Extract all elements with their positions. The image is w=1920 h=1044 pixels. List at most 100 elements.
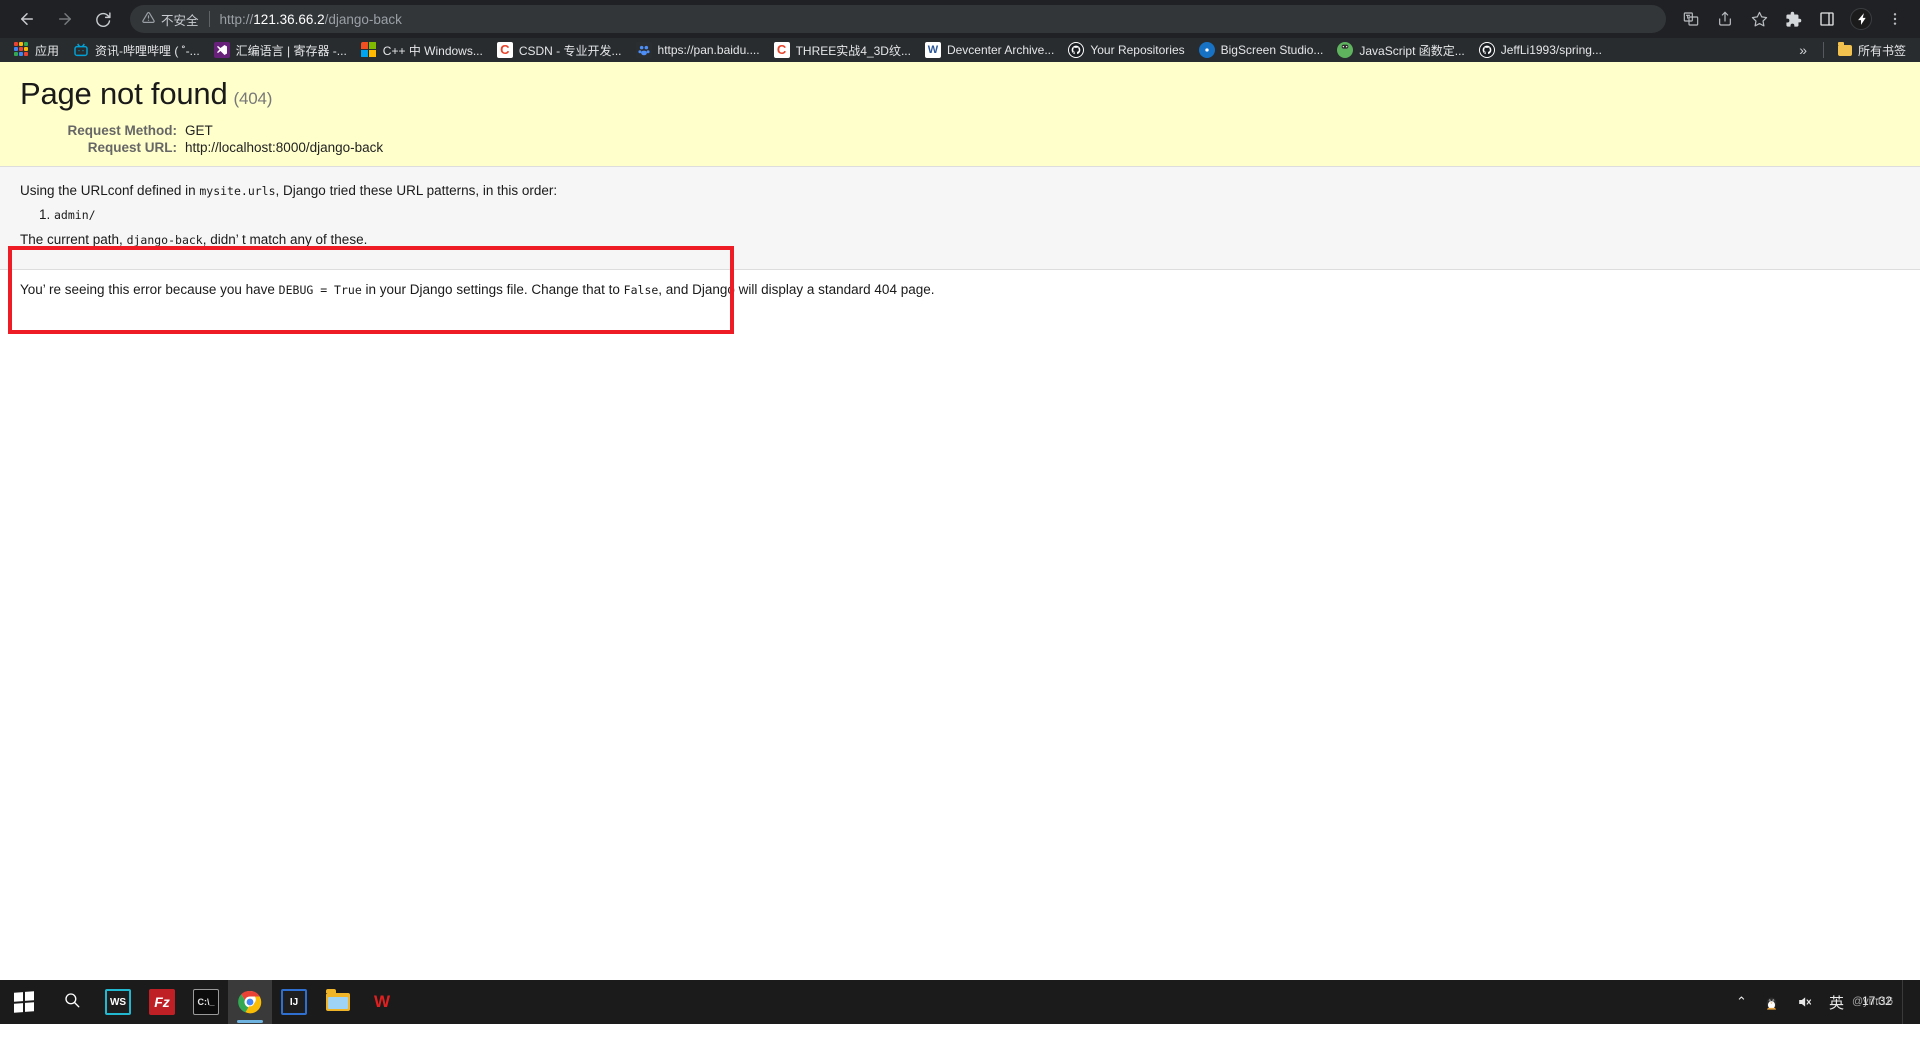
request-url-label: Request URL:	[87, 140, 177, 155]
omnibox-divider	[208, 11, 210, 27]
bookmark-devcenter-archive[interactable]: W Devcenter Archive...	[918, 39, 1061, 61]
bookmark-csdn[interactable]: C CSDN - 专业开发...	[490, 39, 629, 61]
tray-expand-chevron-icon[interactable]: ⌃	[1728, 980, 1755, 1024]
windows-taskbar: WS Fz C:\_ IJ W ⌃ 英 17:32 @ymt16	[0, 980, 1920, 1024]
filezilla-glyph: Fz	[154, 994, 170, 1010]
bookmark-label: JeffLi1993/spring...	[1500, 43, 1602, 57]
bookmark-label: CSDN - 专业开发...	[518, 43, 622, 58]
microsoft-icon	[361, 42, 377, 58]
share-icon[interactable]	[1710, 4, 1740, 34]
github-icon	[1478, 42, 1495, 58]
bookmark-label: C++ 中 Windows...	[382, 43, 483, 58]
webstorm-glyph: WS	[109, 996, 127, 1008]
bookmark-cpp-windows[interactable]: C++ 中 Windows...	[354, 39, 490, 61]
bigscreen-icon	[1198, 42, 1215, 58]
extensions-puzzle-icon[interactable]	[1778, 4, 1808, 34]
taskbar-app-wps-office[interactable]: W	[360, 980, 404, 1024]
bookmark-your-repositories[interactable]: Your Repositories	[1061, 39, 1191, 61]
current-path-after: , didn’ t match any of these.	[202, 232, 368, 248]
request-method-value: GET	[185, 123, 213, 138]
reload-button[interactable]	[87, 3, 119, 35]
all-bookmarks-button[interactable]: 所有书签	[1830, 41, 1914, 59]
urlconf-info-section: Using the URLconf defined in mysite.urls…	[0, 167, 1920, 270]
back-button[interactable]	[11, 3, 43, 35]
taskbar-app-google-chrome[interactable]	[228, 980, 272, 1024]
side-panel-icon[interactable]	[1812, 4, 1842, 34]
taskbar-search-button[interactable]	[48, 980, 96, 1024]
taskbar-app-command-prompt[interactable]: C:\_	[184, 980, 228, 1024]
page-title-text: Page not found	[20, 76, 228, 111]
url-scheme: http://	[219, 11, 254, 27]
tray-clock[interactable]: 17:32 @ymt16	[1852, 994, 1902, 1009]
baidu-pan-icon	[635, 42, 652, 58]
bookmark-bilibili[interactable]: 资讯-哔哩哔哩 ( ˚-...	[66, 39, 207, 61]
apps-grid-icon	[13, 42, 29, 58]
debug-explanation: You’ re seeing this error because you ha…	[0, 270, 1920, 300]
bookmark-apps[interactable]: 应用	[6, 39, 66, 61]
url-pattern-list: admin/	[54, 207, 1900, 222]
visualstudio-icon	[213, 42, 230, 58]
wps-glyph: W	[373, 992, 391, 1011]
current-path-message: The current path, django-back, didn’ t m…	[20, 230, 1900, 250]
false-value-code: False	[623, 282, 659, 297]
chrome-menu-icon[interactable]	[1880, 4, 1910, 34]
request-method-label: Request Method:	[67, 123, 178, 138]
start-button[interactable]	[0, 980, 48, 1024]
filezilla-icon: Fz	[149, 989, 175, 1015]
security-status[interactable]: 不安全	[142, 10, 199, 29]
folder-icon	[1837, 41, 1852, 56]
bookmark-javascript-function[interactable]: JavaScript 函数定...	[1330, 39, 1471, 61]
bookmark-label: 资讯-哔哩哔哩 ( ˚-...	[95, 43, 200, 58]
current-path-before: The current path,	[20, 232, 127, 248]
browser-chrome: 不安全 http://121.36.66.2/django-back 应用 资讯…	[0, 0, 1920, 62]
url-text[interactable]: http://121.36.66.2/django-back	[220, 12, 402, 27]
url-pattern-value: admin/	[54, 208, 96, 223]
bookmark-label: BigScreen Studio...	[1220, 43, 1324, 57]
windows-logo-icon	[14, 991, 34, 1013]
show-desktop-button[interactable]	[1902, 980, 1910, 1024]
profile-avatar[interactable]	[1850, 8, 1872, 30]
bookmark-assembly-language[interactable]: 汇编语言 | 寄存器 -...	[207, 39, 354, 61]
table-row: Request Method: GET	[20, 122, 383, 139]
csdn-icon: C	[496, 42, 513, 58]
wps-office-icon: W	[369, 989, 395, 1015]
status-code: (404)	[233, 89, 273, 108]
not-secure-label: 不安全	[161, 13, 199, 28]
browser-toolbar: 不安全 http://121.36.66.2/django-back	[0, 0, 1920, 38]
explanation-part2: in your Django settings file. Change tha…	[361, 281, 624, 297]
bookmarks-overflow-chevron-icon[interactable]: »	[1789, 42, 1817, 58]
github-icon	[1068, 42, 1085, 58]
taskbar-app-webstorm[interactable]: WS	[96, 980, 140, 1024]
bookmark-three-3d[interactable]: C THREE实战4_3D纹...	[767, 39, 918, 61]
search-icon	[63, 991, 81, 1014]
bookmark-baidu-pan[interactable]: https://pan.baidu....	[629, 39, 767, 61]
system-tray: ⌃ 英 17:32 @ymt16	[1728, 980, 1920, 1024]
urlconf-intro-after: , Django tried these URL patterns, in th…	[275, 183, 558, 198]
bookmark-label: JavaScript 函数定...	[1359, 43, 1465, 58]
intellij-idea-icon: IJ	[281, 989, 307, 1015]
bookmark-bigscreen-studio[interactable]: BigScreen Studio...	[1192, 39, 1331, 61]
bookmark-label: 汇编语言 | 寄存器 -...	[235, 43, 347, 58]
active-app-indicator	[237, 1020, 263, 1023]
command-prompt-glyph: C:\_	[197, 997, 215, 1007]
bookmark-label: THREE实战4_3D纹...	[795, 43, 911, 58]
address-bar[interactable]: 不安全 http://121.36.66.2/django-back	[130, 5, 1666, 33]
taskbar-app-filezilla[interactable]: Fz	[140, 980, 184, 1024]
volume-muted-icon[interactable]	[1788, 980, 1821, 1024]
webstorm-icon: WS	[105, 989, 131, 1015]
url-path: /django-back	[324, 11, 402, 27]
qq-tray-icon[interactable]	[1755, 980, 1788, 1024]
clock-time: 17:32	[1861, 994, 1892, 1009]
taskbar-app-file-explorer[interactable]	[316, 980, 360, 1024]
ime-indicator[interactable]: 英	[1821, 980, 1852, 1024]
taskbar-app-intellij-idea[interactable]: IJ	[272, 980, 316, 1024]
explanation-part1: You’ re seeing this error because you ha…	[20, 281, 279, 297]
table-row: Request URL: http://localhost:8000/djang…	[20, 139, 383, 156]
translate-icon[interactable]	[1676, 4, 1706, 34]
forward-button[interactable]	[49, 3, 81, 35]
command-prompt-icon: C:\_	[193, 989, 219, 1015]
bookmark-star-icon[interactable]	[1744, 4, 1774, 34]
bookmarks-divider	[1822, 42, 1824, 58]
javascript-icon	[1337, 42, 1354, 58]
bookmark-jeffli1993-spring[interactable]: JeffLi1993/spring...	[1472, 39, 1609, 61]
